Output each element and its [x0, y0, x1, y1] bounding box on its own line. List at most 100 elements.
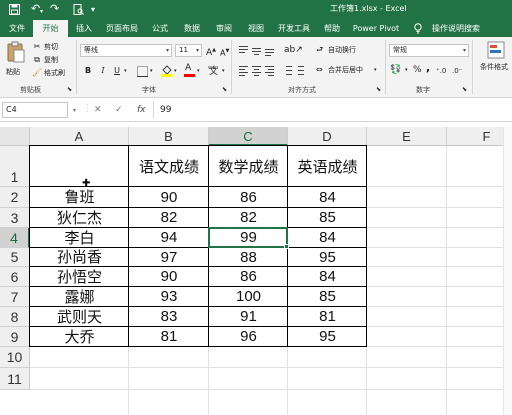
decrease-font-icon[interactable]: A▼ [220, 46, 229, 59]
score-cell[interactable]: 81 [129, 327, 209, 347]
fill-color-icon[interactable] [161, 64, 173, 77]
paste-button[interactable]: 粘贴 [4, 41, 28, 81]
score-cell[interactable]: 95 [288, 327, 367, 347]
formula-input[interactable]: 99 [160, 103, 171, 117]
font-color-button[interactable]: A [184, 63, 195, 77]
score-cell[interactable]: 81 [288, 307, 367, 327]
borders-icon[interactable] [137, 66, 148, 77]
cut-icon[interactable]: ✂ [31, 41, 43, 53]
font-name-select[interactable]: 等线 ▾ [80, 44, 172, 57]
tab-developer[interactable]: 开发工具 [274, 20, 314, 37]
tab-help[interactable]: 帮助 [320, 20, 344, 37]
tab-power-pivot[interactable]: Power Pivot [350, 20, 402, 37]
alignment-launcher-icon[interactable]: ⬊ [376, 85, 381, 95]
column-header-a[interactable]: A [30, 127, 129, 146]
tab-data[interactable]: 数据 [180, 20, 204, 37]
name-cell[interactable]: 孙悟空 [30, 267, 129, 287]
tab-review[interactable]: 审阅 [212, 20, 236, 37]
clipboard-launcher-icon[interactable]: ⬊ [67, 85, 72, 95]
row-header-4[interactable]: 4 [0, 228, 30, 248]
column-header-c[interactable]: C [209, 127, 288, 146]
bold-button[interactable]: B [82, 65, 94, 77]
score-cell[interactable]: 85 [288, 208, 367, 228]
font-size-select[interactable]: 11 ▾ [175, 44, 202, 57]
format-painter-button[interactable]: 格式刷 [44, 68, 65, 78]
percent-style-button[interactable]: % [413, 65, 422, 75]
merge-center-button[interactable]: 合并后居中 [328, 65, 363, 75]
tab-formulas[interactable]: 公式 [148, 20, 172, 37]
cancel-icon[interactable]: ✕ [94, 103, 102, 117]
underline-button[interactable]: U [111, 65, 123, 77]
cut-button[interactable]: 剪切 [44, 42, 58, 52]
row-header-11[interactable]: 11 [0, 368, 30, 390]
score-cell[interactable]: 100 [209, 287, 288, 307]
name-cell[interactable]: 李白 [30, 228, 129, 248]
accounting-format-icon[interactable]: 💱 [390, 65, 401, 75]
name-cell[interactable]: 露娜 [30, 287, 129, 307]
row-header-3[interactable]: 3 [0, 208, 30, 228]
row-header-6[interactable]: 6 [0, 267, 30, 287]
column-header-b[interactable]: B [129, 127, 209, 146]
merge-center-icon[interactable]: ⇔ [316, 65, 323, 75]
tab-home[interactable]: 开始 [33, 20, 68, 37]
undo-icon[interactable]: ↶ [31, 2, 40, 16]
increase-font-icon[interactable]: A▲ [206, 45, 216, 58]
row-header-2[interactable]: 2 [0, 187, 30, 208]
tab-insert[interactable]: 插入 [72, 20, 96, 37]
score-cell[interactable]: 93 [129, 287, 209, 307]
row-header-9[interactable]: 9 [0, 327, 30, 347]
phonetic-dropdown-icon[interactable]: ▾ [222, 66, 225, 76]
name-box[interactable]: C4 [2, 102, 68, 118]
score-cell[interactable]: 84 [288, 267, 367, 287]
row-header-7[interactable]: 7 [0, 287, 30, 307]
accounting-dropdown-icon[interactable]: ▾ [405, 65, 408, 75]
conditional-format-button[interactable]: 条件格式 [476, 41, 512, 83]
enter-icon[interactable]: ✓ [115, 103, 123, 117]
tab-page-layout[interactable]: 页面布局 [102, 20, 142, 37]
undo-dropdown-icon[interactable]: ▾ [40, 5, 43, 19]
select-all-corner[interactable] [0, 127, 30, 146]
font-color-dropdown-icon[interactable]: ▾ [197, 66, 200, 76]
score-cell[interactable]: 86 [209, 187, 288, 208]
tell-me-search[interactable]: 操作说明搜索 [428, 20, 484, 37]
italic-button[interactable]: I [97, 65, 109, 77]
save-icon[interactable] [9, 4, 20, 15]
fill-handle[interactable] [284, 244, 289, 249]
tab-view[interactable]: 视图 [244, 20, 268, 37]
score-cell[interactable]: 96 [209, 327, 288, 347]
borders-dropdown-icon[interactable]: ▾ [150, 66, 153, 76]
score-cell[interactable]: 84 [288, 187, 367, 208]
indent-icons[interactable] [282, 65, 306, 76]
score-cell[interactable]: 88 [209, 248, 288, 267]
wrap-text-icon[interactable]: ⮐ [316, 45, 323, 55]
name-cell[interactable]: 狄仁杰 [30, 208, 129, 228]
font-launcher-icon[interactable]: ⬊ [222, 85, 227, 95]
row-header-1[interactable]: 1 [0, 146, 30, 187]
column-header-d[interactable]: D [288, 127, 367, 146]
score-cell[interactable]: 82 [129, 208, 209, 228]
phonetic-guide-icon[interactable]: 文 [209, 67, 218, 77]
score-cell[interactable]: 90 [129, 187, 209, 208]
print-preview-icon[interactable] [73, 4, 84, 15]
format-painter-icon[interactable]: 🖌 [31, 67, 43, 79]
score-cell[interactable]: 97 [129, 248, 209, 267]
column-header-e[interactable]: E [367, 127, 447, 146]
name-cell[interactable]: 武则天 [30, 307, 129, 327]
name-cell[interactable]: 鲁班 [30, 187, 129, 208]
copy-button[interactable]: 复制 [44, 55, 58, 65]
horizontal-align-icons[interactable] [238, 65, 278, 76]
score-cell[interactable]: 84 [288, 228, 367, 248]
header-cell[interactable]: 数学成绩 [209, 157, 288, 177]
row-header-8[interactable]: 8 [0, 307, 30, 327]
comma-style-button[interactable]: , [426, 62, 430, 73]
tab-file[interactable]: 文件 [3, 20, 31, 37]
score-cell[interactable]: 91 [209, 307, 288, 327]
score-cell[interactable]: 94 [129, 228, 209, 248]
score-cell[interactable]: 90 [129, 267, 209, 287]
vertical-scrollbar[interactable] [503, 127, 512, 415]
score-cell[interactable]: 95 [288, 248, 367, 267]
name-box-dropdown-icon[interactable]: ▾ [73, 104, 76, 118]
header-cell[interactable]: 英语成绩 [288, 157, 367, 177]
score-cell[interactable]: 86 [209, 267, 288, 287]
name-cell[interactable]: 大乔 [30, 327, 129, 347]
